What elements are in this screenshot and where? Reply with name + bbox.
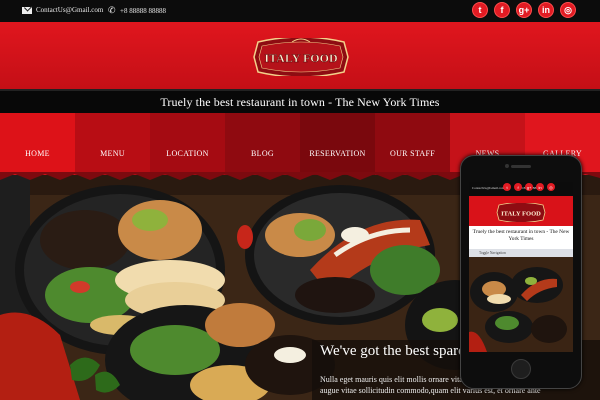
site-header: ITALY FOOD [0,22,600,89]
facebook-icon[interactable]: f [494,2,510,18]
phone-camera [505,164,509,168]
phone-mockup: ContactUs@Gmail.com +8 88888 88888 t f g… [460,155,582,389]
mobile-social-links: t f g+ in ◎ [503,183,555,191]
top-bar: ContactUs@Gmail.com ✆ +8 88888 88888 t f… [0,0,600,22]
mobile-nav-toggle[interactable]: Toggle Navigation [469,249,573,257]
nav-home[interactable]: HOME [0,113,75,175]
mail-icon [22,6,32,14]
tagline: Truely the best restaurant in town - The… [160,95,440,109]
logo-text: ITALY FOOD [264,51,338,65]
phone-home-button[interactable] [511,359,531,379]
google-plus-icon[interactable]: g+ [525,183,533,191]
mobile-logo-text: ITALY FOOD [501,211,541,218]
nav-location[interactable]: LOCATION [150,113,225,175]
tagline-bar: Truely the best restaurant in town - The… [0,89,600,115]
contact-phone[interactable]: ✆ +8 88888 88888 [108,6,166,15]
nav-blog[interactable]: BLOG [225,113,300,175]
hero-title: We've got the best spareri [320,343,474,359]
linkedin-icon[interactable]: in [538,2,554,18]
phone-text: +8 88888 88888 [120,6,166,15]
nav-reservation[interactable]: RESERVATION [300,113,375,175]
mobile-email[interactable]: ContactUs@Gmail.com [472,186,505,190]
instagram-icon[interactable]: ◎ [560,2,576,18]
mobile-header: t f g+ in ◎ ITALY FOOD [469,183,573,226]
phone-speaker [511,165,531,168]
twitter-icon[interactable]: t [472,2,488,18]
linkedin-icon[interactable]: in [536,183,544,191]
google-plus-icon[interactable]: g+ [516,2,532,18]
twitter-icon[interactable]: t [503,183,511,191]
email-text: ContactUs@Gmail.com [36,6,104,14]
phone-screen: ContactUs@Gmail.com +8 88888 88888 t f g… [469,182,573,352]
nav-menu[interactable]: MENU [75,113,150,175]
instagram-icon[interactable]: ◎ [547,183,555,191]
mobile-food-image [469,257,573,352]
logo[interactable]: ITALY FOOD [252,38,350,76]
nav-our-staff[interactable]: OUR STAFF [375,113,450,175]
mobile-tagline: Truely the best restaurant in town - The… [469,226,573,248]
contact-email[interactable]: ContactUs@Gmail.com [22,6,103,14]
phone-icon: ✆ [108,5,116,15]
social-links: t f g+ in ◎ [472,2,576,18]
facebook-icon[interactable]: f [514,183,522,191]
mobile-logo[interactable]: ITALY FOOD [496,203,546,222]
